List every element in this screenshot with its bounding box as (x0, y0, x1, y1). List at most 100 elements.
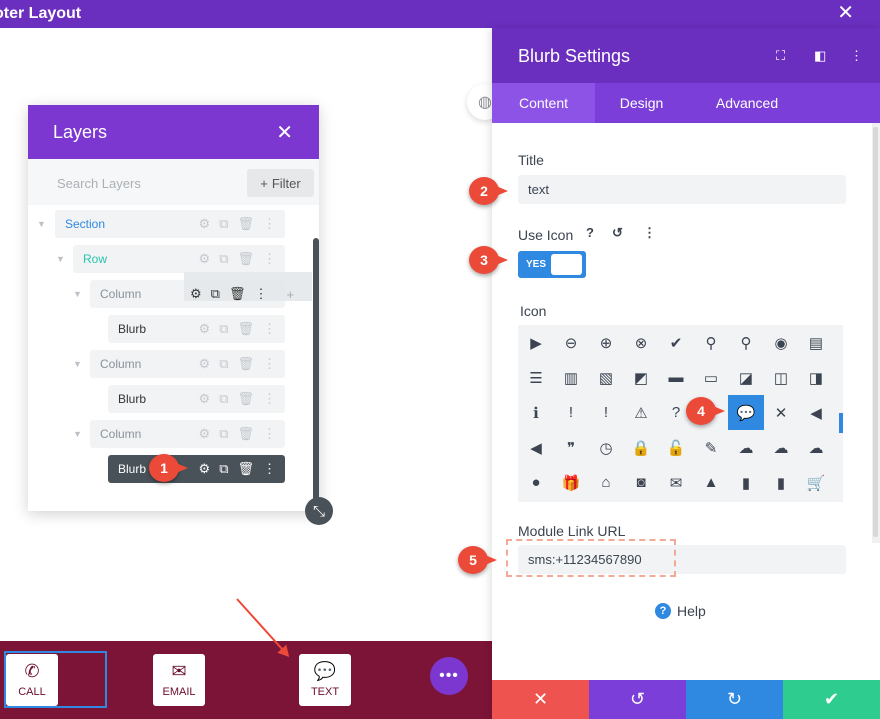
layer-row-section[interactable]: Section ⚙ ⧉ 🗑 ⋮ (55, 210, 285, 238)
duplicate-icon[interactable]: ⧉ (219, 461, 228, 477)
quote-icon[interactable]: ❞ (553, 430, 589, 465)
search-input[interactable]: Search Layers (57, 176, 141, 191)
layer-row-blurb[interactable]: Blurb ⚙ ⧉ 🗑 ⋮ (108, 385, 285, 413)
alert-circle-icon[interactable]: ! (553, 395, 589, 430)
folder-open-icon[interactable]: ▭ (693, 360, 729, 395)
duplicate-icon[interactable]: ⧉ (219, 251, 228, 267)
documents-icon[interactable]: ▧ (588, 360, 624, 395)
trash-icon[interactable]: 🗑 (237, 216, 254, 232)
trash-icon[interactable]: 🗑 (237, 461, 254, 477)
folder-add-icon[interactable]: ◪ (728, 360, 764, 395)
chat-bubbles-icon[interactable]: 💬 (728, 395, 764, 430)
call-button[interactable]: ✆ CALL (6, 654, 58, 706)
menu-circle-icon[interactable]: ☰ (518, 360, 554, 395)
text-button[interactable]: 💬 TEXT (299, 654, 351, 706)
duplicate-icon[interactable]: ⧉ (219, 356, 228, 372)
help-link[interactable]: ? Help (655, 603, 706, 619)
tab-design[interactable]: Design (595, 83, 688, 123)
gift-icon[interactable]: 🎁 (553, 465, 589, 500)
add-icon[interactable]: + (286, 287, 294, 302)
bookmark-icon[interactable]: ▮ (728, 465, 764, 500)
cancel-button[interactable]: ✕ (492, 680, 589, 719)
layer-row-column[interactable]: Column ⚙ ⧉ 🗑 ⋮ (90, 350, 285, 378)
folder-upload-icon[interactable]: ◫ (763, 360, 799, 395)
check-circle-icon[interactable]: ✔ (658, 325, 694, 360)
close-icon[interactable]: ✕ (837, 2, 854, 24)
cone-icon[interactable]: ▲ (693, 465, 729, 500)
play-circle-icon[interactable]: ▶ (518, 325, 554, 360)
gear-icon[interactable]: ⚙ (199, 356, 211, 372)
folder-icon[interactable]: ▬ (658, 360, 694, 395)
gear-icon[interactable]: ⚙ (199, 426, 211, 442)
trash-icon[interactable]: 🗑 (237, 356, 254, 372)
gear-icon[interactable]: ⚙ (199, 461, 211, 477)
duplicate-icon[interactable]: ⧉ (219, 391, 228, 407)
minus-circle-icon[interactable]: ⊖ (553, 325, 589, 360)
folder-download-icon[interactable]: ◨ (798, 360, 834, 395)
envelope-icon[interactable]: ✉ (658, 465, 694, 500)
bag-icon[interactable]: ▮ (763, 465, 799, 500)
tab-content[interactable]: Content (492, 83, 595, 123)
duplicate-icon[interactable]: ⧉ (219, 216, 228, 232)
gear-icon[interactable]: ⚙ (199, 216, 211, 232)
list-icon[interactable]: ▤ (798, 325, 834, 360)
sidebar-icon[interactable]: ◧ (814, 48, 826, 64)
layer-row-blurb-selected[interactable]: Blurb ⚙ ⧉ 🗑 ⋮ (108, 455, 285, 483)
trash-icon[interactable]: 🗑 (229, 286, 246, 302)
document-icon[interactable]: ▥ (553, 360, 589, 395)
more-icon[interactable]: ⋮ (643, 225, 656, 241)
more-icon[interactable]: ⋮ (263, 426, 276, 442)
info-icon[interactable]: ℹ (518, 395, 554, 430)
caret-down-icon[interactable]: ▼ (73, 429, 82, 439)
more-icon[interactable]: ⋮ (254, 286, 267, 302)
clock-icon[interactable]: ◷ (588, 430, 624, 465)
gear-icon[interactable]: ⚙ (190, 286, 202, 302)
zoom-out-icon[interactable]: ⚲ (693, 325, 729, 360)
caret-down-icon[interactable]: ▼ (73, 289, 82, 299)
more-icon[interactable]: ⋮ (263, 251, 276, 267)
gear-icon[interactable]: ⚙ (199, 391, 211, 407)
title-input[interactable]: text (518, 175, 846, 204)
more-icon[interactable]: ⋮ (263, 356, 276, 372)
cloud-upload-icon[interactable]: ☁ (763, 430, 799, 465)
caret-down-icon[interactable]: ▼ (37, 219, 46, 229)
volume-icon[interactable]: ◀ (518, 430, 554, 465)
trash-icon[interactable]: 🗑 (237, 391, 254, 407)
cloud-icon[interactable]: ☁ (728, 430, 764, 465)
trash-icon[interactable]: 🗑 (237, 251, 254, 267)
x-circle-icon[interactable]: ⊗ (623, 325, 659, 360)
unlock-icon[interactable]: 🔓 (658, 430, 694, 465)
layer-row-row[interactable]: Row ⚙ ⧉ 🗑 ⋮ (73, 245, 285, 273)
caret-down-icon[interactable]: ▼ (56, 254, 65, 264)
stop-circle-icon[interactable]: ◉ (763, 325, 799, 360)
redo-button[interactable]: ↻ (686, 680, 783, 719)
undo-button[interactable]: ↺ (589, 680, 686, 719)
fullscreen-icon[interactable]: ⛶ (776, 48, 785, 64)
save-button[interactable]: ✔ (783, 680, 880, 719)
help-icon[interactable]: ? (586, 225, 594, 240)
more-icon[interactable]: ⋮ (263, 216, 276, 232)
icon-grid-scrollbar[interactable] (839, 413, 843, 433)
layer-row-blurb[interactable]: Blurb ⚙ ⧉ 🗑 ⋮ (108, 315, 285, 343)
lightbulb-icon[interactable]: ● (518, 465, 554, 500)
lock-icon[interactable]: 🔒 (623, 430, 659, 465)
filter-button[interactable]: + Filter (247, 169, 314, 197)
more-icon[interactable]: ⋮ (850, 48, 863, 64)
trash-icon[interactable]: 🗑 (237, 321, 254, 337)
resize-icon[interactable]: ◩ (623, 360, 659, 395)
email-button[interactable]: ✉ EMAIL (153, 654, 205, 706)
duplicate-icon[interactable]: ⧉ (219, 426, 228, 442)
duplicate-icon[interactable]: ⧉ (219, 321, 228, 337)
more-options-button[interactable]: ••• (430, 657, 468, 695)
more-icon[interactable]: ⋮ (263, 461, 276, 477)
reset-icon[interactable]: ↺ (612, 225, 623, 241)
resize-handle-icon[interactable]: ⤡ (305, 497, 333, 525)
more-icon[interactable]: ⋮ (263, 321, 276, 337)
layer-row-column[interactable]: Column ⚙ ⧉ 🗑 ⋮ (90, 420, 285, 448)
zoom-in-icon[interactable]: ⚲ (728, 325, 764, 360)
house-icon[interactable]: ⌂ (588, 465, 624, 500)
brush-icon[interactable]: ✎ (693, 430, 729, 465)
more-icon[interactable]: ⋮ (263, 391, 276, 407)
use-icon-toggle[interactable]: YES (518, 251, 586, 278)
cart-icon[interactable]: 🛒 (798, 465, 834, 500)
